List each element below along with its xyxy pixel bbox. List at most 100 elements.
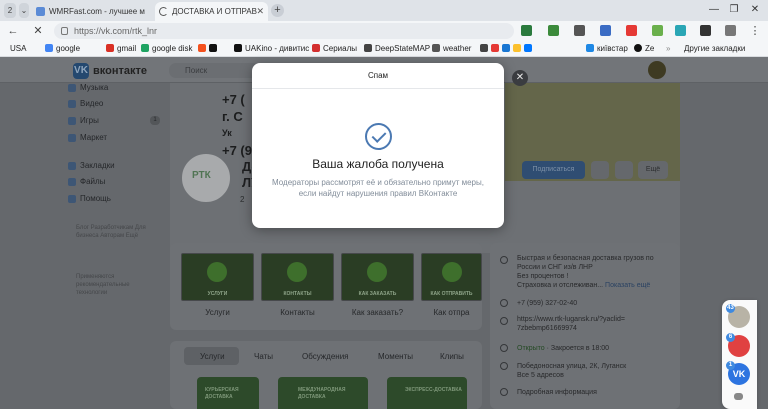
tab-dostavka[interactable]: ДОСТАВКА И ОТПРАВ ✕ bbox=[155, 2, 268, 21]
bookmark-weather[interactable]: weather bbox=[432, 41, 471, 57]
music-icon bbox=[68, 84, 76, 92]
menu-item-help[interactable]: Помощь bbox=[68, 194, 111, 203]
extension-icon[interactable] bbox=[675, 25, 686, 36]
extensions-puzzle-icon[interactable] bbox=[725, 25, 736, 36]
footer-link[interactable]: Ещё bbox=[126, 233, 138, 239]
vk-search-input[interactable]: Поиск bbox=[169, 63, 259, 78]
extension-icon[interactable] bbox=[700, 25, 711, 36]
tab-list-chevron-icon[interactable]: ⌄ bbox=[19, 3, 29, 18]
close-tab-icon[interactable]: ✕ bbox=[256, 2, 264, 21]
more-button[interactable]: Ещё bbox=[638, 161, 668, 179]
other-bookmarks[interactable]: Другие закладки bbox=[684, 41, 745, 57]
tab-wmrfast[interactable]: WMRFast.com - лучшее м bbox=[32, 2, 150, 21]
bookmark-icons-group[interactable] bbox=[198, 41, 220, 57]
menu-item-music[interactable]: Музыка bbox=[68, 83, 108, 92]
menu-item-market[interactable]: Маркет bbox=[68, 133, 107, 142]
show-more-link[interactable]: Показать ещё bbox=[605, 282, 650, 289]
more-info-link[interactable]: Подробная информация bbox=[517, 388, 597, 397]
bookmark-serials[interactable]: Сериалы bbox=[312, 41, 357, 57]
menu-item-bookmarks[interactable]: Закладки bbox=[68, 161, 115, 170]
address-toolbar: ← ✕ https://vk.com/rtk_lnr ⋮ bbox=[0, 21, 768, 41]
bookmark-google-disk[interactable]: google disk bbox=[141, 41, 192, 57]
kyivstar-icon bbox=[586, 44, 594, 52]
extension-icon[interactable] bbox=[600, 25, 611, 36]
group-website-link[interactable]: https://www.rtk-lugansk.ru/?yaclid=7zbeb… bbox=[517, 315, 627, 333]
extension-icon[interactable] bbox=[548, 25, 559, 36]
menu-item-games[interactable]: Игры 1 bbox=[68, 116, 160, 125]
dialog-heading: Ваша жалоба получена bbox=[312, 157, 444, 171]
bookmark-deepstatemap[interactable]: DeepStateMAP bbox=[364, 41, 430, 57]
url-input[interactable]: https://vk.com/rtk_lnr bbox=[54, 23, 514, 39]
lock-icon bbox=[61, 27, 68, 35]
back-arrow-icon[interactable]: ← bbox=[6, 24, 20, 38]
browser-menu-icon[interactable]: ⋮ bbox=[748, 24, 762, 38]
service-label[interactable]: Услуги bbox=[181, 308, 254, 317]
new-tab-button[interactable]: + bbox=[271, 4, 284, 17]
unread-badge: 43 bbox=[726, 304, 735, 313]
group-phone[interactable]: +7 (959) 327-02-40 bbox=[517, 299, 577, 308]
group-logo[interactable]: РТК bbox=[180, 152, 232, 204]
chat-bubble-icon[interactable] bbox=[734, 393, 743, 400]
service-tile-how-send[interactable]: КАК ОТПРАВИТЬ bbox=[421, 253, 482, 301]
bookmark-icons-row[interactable] bbox=[480, 41, 535, 57]
bookmarks-overflow-icon[interactable]: » bbox=[666, 41, 670, 57]
service-tile-contacts[interactable]: КОНТАКТЫ bbox=[261, 253, 334, 301]
menu-item-video[interactable]: Видео bbox=[68, 99, 103, 108]
dialog-close-button[interactable]: ✕ bbox=[512, 70, 528, 86]
tab-title: ДОСТАВКА И ОТПРАВ bbox=[172, 7, 257, 16]
promo-international[interactable]: МЕЖДУНАРОДНАЯ ДОСТАВКА bbox=[278, 377, 368, 409]
opening-hours[interactable]: Открыто · Закроется в 18:00 bbox=[517, 344, 609, 353]
bookmark-usa[interactable]: USA bbox=[10, 41, 26, 57]
menu-item-files[interactable]: Файлы bbox=[68, 177, 105, 186]
clock-icon bbox=[500, 344, 508, 352]
notify-bell-icon[interactable] bbox=[615, 161, 633, 179]
bookmark-ze[interactable]: Ze bbox=[634, 41, 654, 57]
dialog-title: Спам bbox=[252, 63, 504, 89]
vk-logo-icon[interactable]: VK bbox=[73, 63, 89, 79]
tab-chats[interactable]: Чаты bbox=[254, 352, 273, 361]
promo-courier[interactable]: КУРЬЕРСКАЯ ДОСТАВКА bbox=[197, 377, 259, 409]
service-tile-how-order[interactable]: КАК ЗАКАЗАТЬ bbox=[341, 253, 414, 301]
service-label[interactable]: Как отпра bbox=[421, 308, 482, 317]
dialog-body: Модераторы рассмотрят её и обязательно п… bbox=[272, 178, 484, 198]
extension-icon[interactable] bbox=[574, 25, 585, 36]
footer-links: Блог Разработчикам Для бизнеса Авторам Е… bbox=[76, 224, 158, 240]
bookmark-uakino[interactable]: UAKino - дивитис bbox=[234, 41, 309, 57]
serials-icon bbox=[312, 44, 320, 52]
spam-report-dialog: Спам Ваша жалоба получена Модераторы рас… bbox=[252, 63, 504, 228]
group-address[interactable]: Победоносная улица, 2К, Луганск Все 5 адр… bbox=[517, 362, 626, 380]
subscribe-button[interactable]: Подписаться bbox=[522, 161, 585, 179]
map-pin-icon bbox=[287, 262, 307, 282]
user-avatar[interactable] bbox=[648, 61, 666, 79]
stop-loading-icon[interactable]: ✕ bbox=[31, 24, 45, 38]
bookmark-gmail[interactable]: gmail bbox=[106, 41, 136, 57]
message-icon[interactable] bbox=[591, 161, 609, 179]
tab-moments[interactable]: Моменты bbox=[378, 352, 413, 361]
footer-link[interactable]: Авторам bbox=[100, 233, 124, 239]
tab-clips[interactable]: Клипы bbox=[440, 352, 464, 361]
minimize-button[interactable]: — bbox=[706, 2, 722, 18]
footer-link[interactable]: Блог bbox=[76, 225, 89, 231]
games-icon bbox=[68, 117, 76, 125]
tab-count-button[interactable]: 2 bbox=[4, 3, 16, 18]
wmrfast-favicon-icon bbox=[36, 7, 45, 16]
tab-services[interactable]: Услуги bbox=[200, 352, 225, 361]
url-text: https://vk.com/rtk_lnr bbox=[74, 26, 158, 36]
promo-express[interactable]: ЭКСПРЕСС-ДОСТАВКА bbox=[387, 377, 467, 409]
restore-button[interactable]: ❐ bbox=[726, 2, 742, 18]
service-label[interactable]: Как заказать? bbox=[341, 308, 414, 317]
tab-discussions[interactable]: Обсуждения bbox=[302, 352, 349, 361]
service-label[interactable]: Контакты bbox=[261, 308, 334, 317]
extension-icon[interactable] bbox=[521, 25, 532, 36]
box-icon bbox=[367, 262, 387, 282]
vk-logo-text[interactable]: вконтакте bbox=[93, 65, 147, 77]
bookmark-kyivstar[interactable]: київстар bbox=[586, 41, 628, 57]
uakino-icon bbox=[234, 44, 242, 52]
service-tile-services[interactable]: УСЛУГИ bbox=[181, 253, 254, 301]
download-arrow-icon[interactable] bbox=[652, 25, 663, 36]
bookmark-google[interactable]: google bbox=[45, 41, 80, 57]
extension-icon[interactable] bbox=[626, 25, 637, 36]
check-circle-icon bbox=[365, 123, 392, 150]
close-window-button[interactable]: ✕ bbox=[747, 2, 763, 18]
footer-link[interactable]: Разработчикам bbox=[91, 225, 134, 231]
